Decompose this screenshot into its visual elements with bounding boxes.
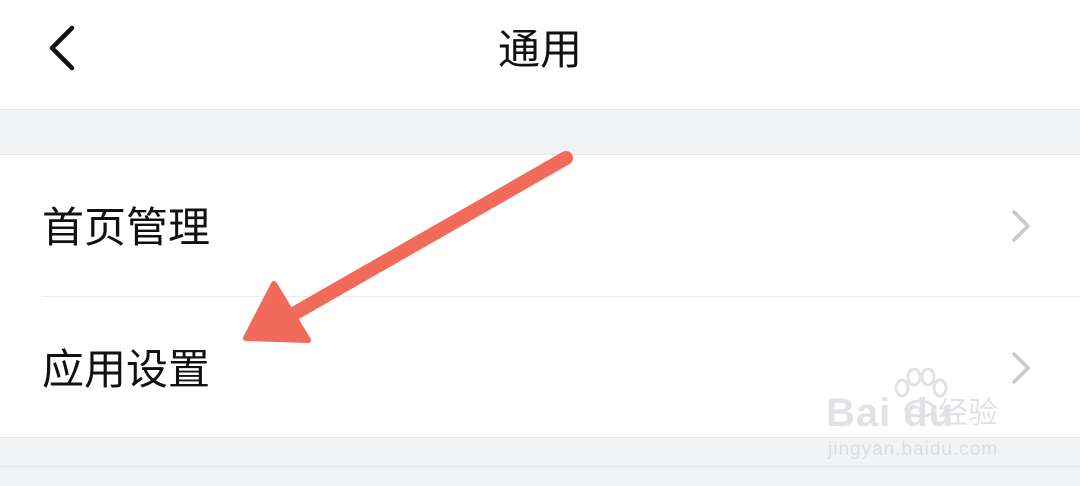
watermark-brand: Bai du	[826, 391, 955, 435]
top-nav-bar: 通用	[0, 0, 1080, 110]
chevron-right-icon	[1012, 210, 1030, 242]
page-title: 通用	[497, 25, 582, 74]
baidu-jingyan-watermark: Bai du 经验 jingyan.baidu.com	[826, 368, 1026, 468]
watermark-url: jingyan.baidu.com	[828, 439, 999, 460]
list-item-homepage-management[interactable]: 首页管理	[0, 155, 1080, 297]
watermark-sub: 经验	[938, 396, 998, 431]
list-item-label: 首页管理	[42, 203, 211, 252]
list-item-label: 应用设置	[42, 345, 211, 394]
section-gap	[0, 110, 1080, 154]
